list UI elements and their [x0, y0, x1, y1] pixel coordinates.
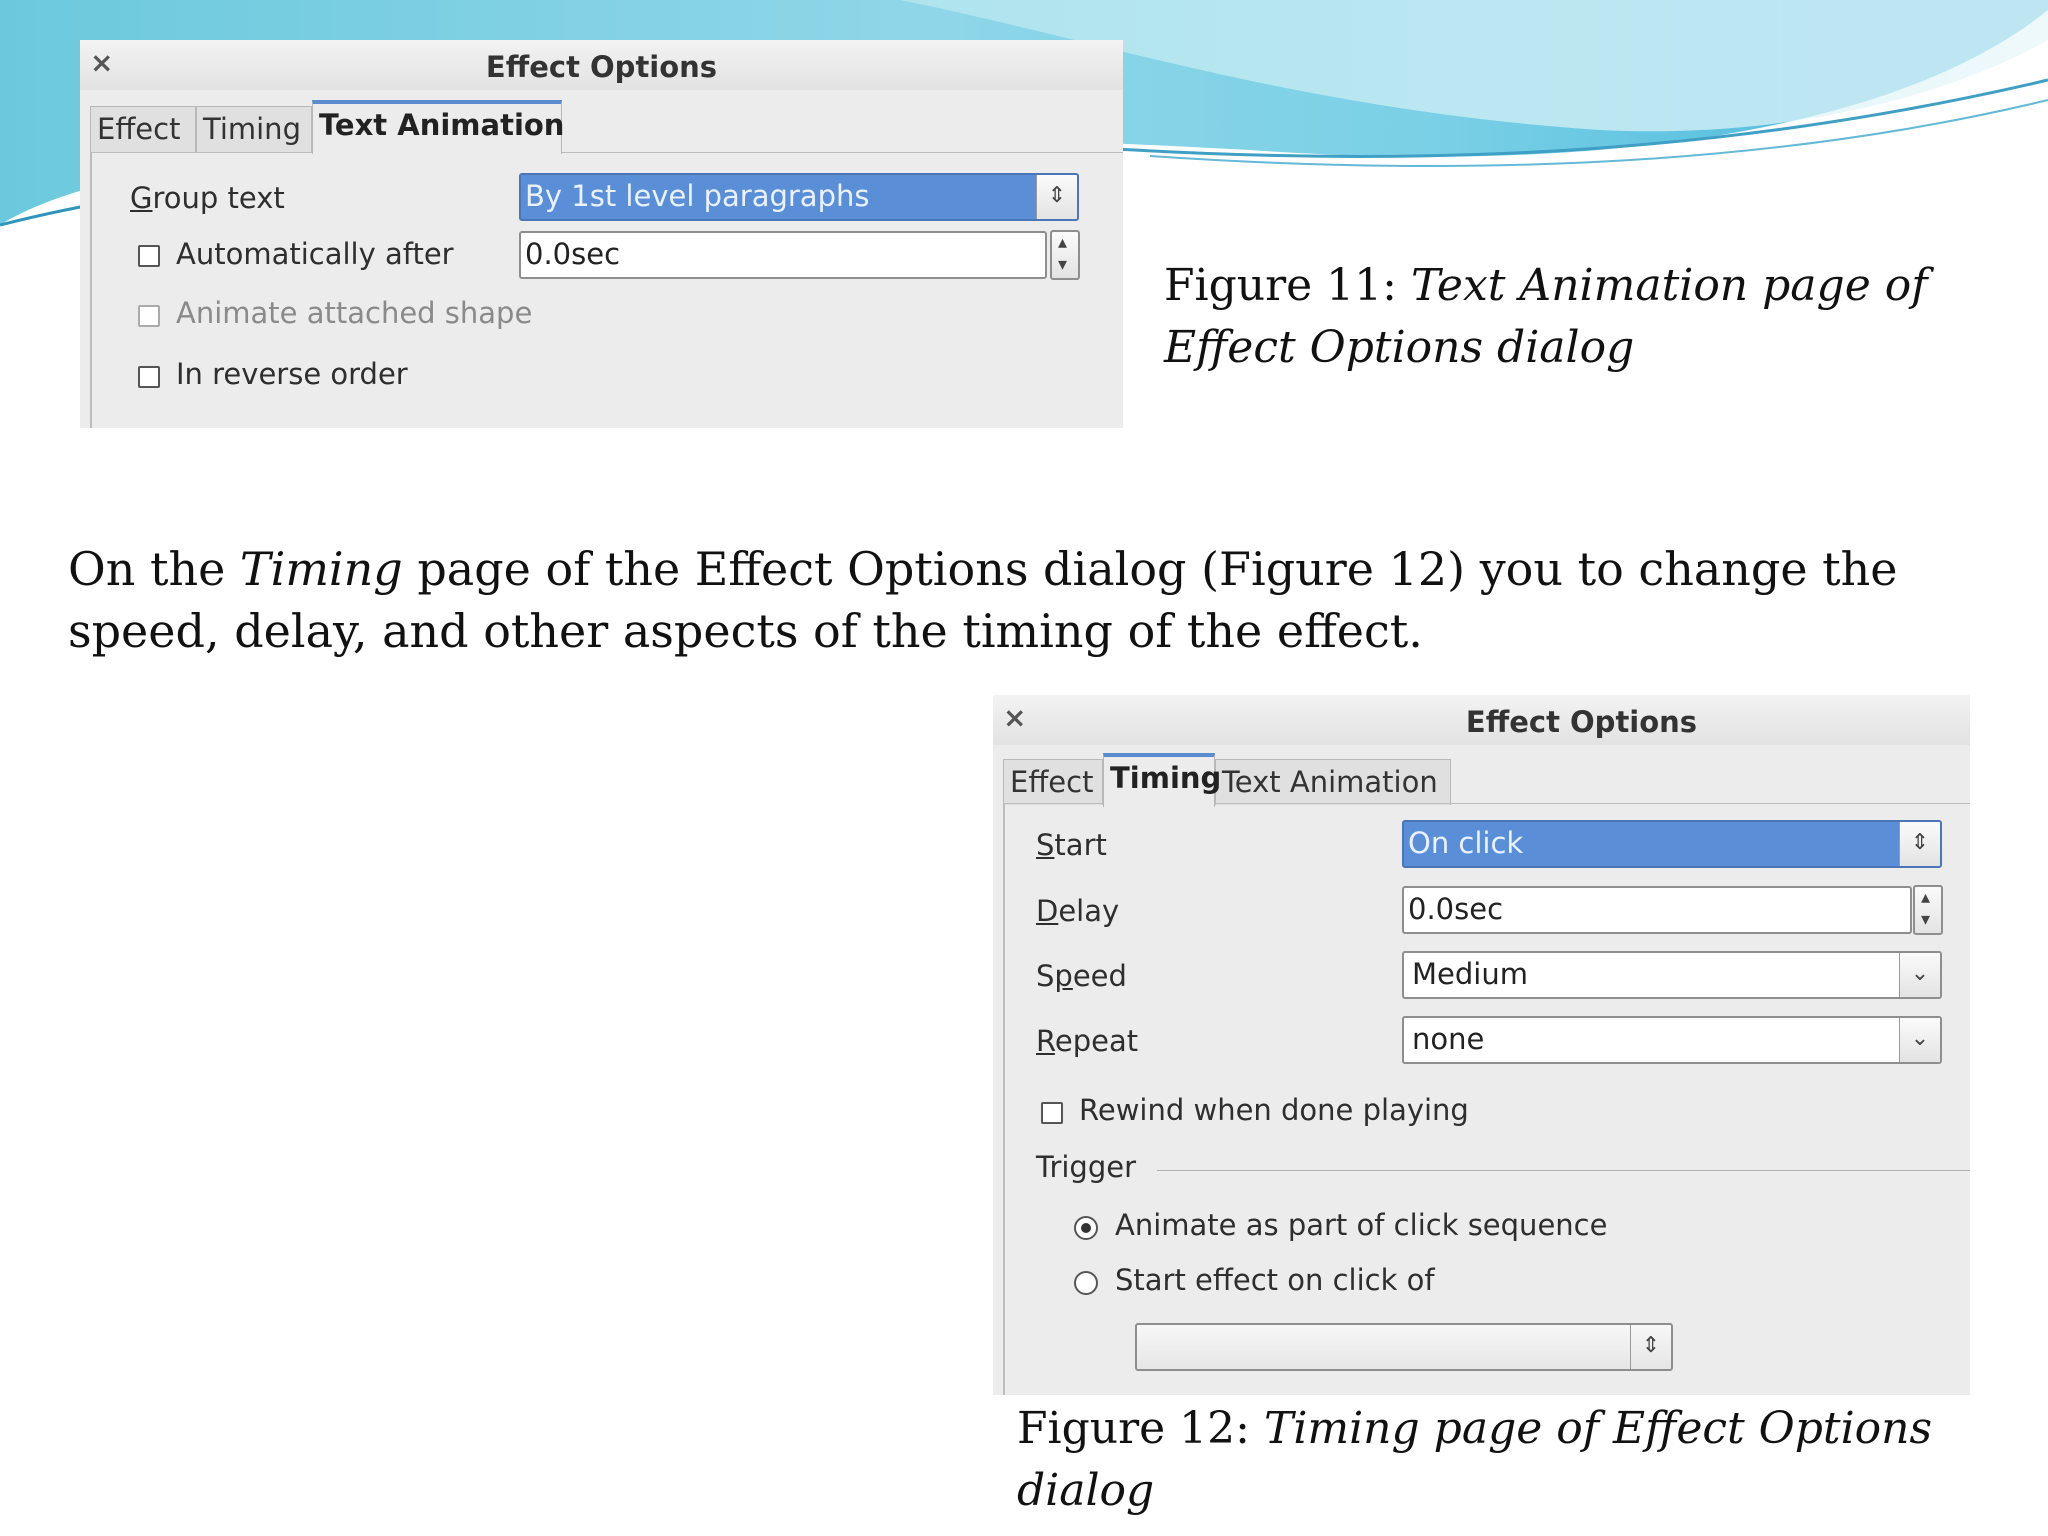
start-label: Start — [1036, 828, 1107, 862]
trigger-shape-select[interactable]: ⇕ — [1135, 1323, 1673, 1371]
paragraph-part-1: On the — [68, 542, 240, 596]
caption-2-prefix: Figure 12: — [1017, 1403, 1264, 1454]
chevron-down-icon[interactable]: ⌄ — [1899, 953, 1940, 997]
paragraph-italic: Timing — [239, 542, 403, 596]
start-value: On click — [1408, 826, 1524, 860]
animate-click-sequence-label: Animate as part of click sequence — [1115, 1208, 1608, 1242]
trigger-divider — [1157, 1170, 1970, 1171]
group-text-select[interactable]: By 1st level paragraphs ⇕ — [519, 173, 1079, 221]
rewind-label: Rewind when done playing — [1079, 1093, 1469, 1127]
chevron-down-icon[interactable]: ⌄ — [1899, 1018, 1940, 1062]
body-paragraph: On the Timing page of the Effect Options… — [68, 538, 1988, 662]
animate-click-sequence-radio[interactable] — [1074, 1216, 1098, 1240]
tab-timing[interactable]: Timing — [1103, 753, 1221, 807]
speed-value: Medium — [1412, 957, 1528, 991]
dialog-title: Effect Options — [1465, 705, 1698, 739]
figure-12-caption: Figure 12: Timing page of Effect Options… — [1017, 1398, 1957, 1522]
dialog-titlebar: × Effect Options — [993, 695, 1970, 745]
spin-icon[interactable] — [1913, 885, 1943, 935]
automatically-after-checkbox[interactable] — [138, 245, 160, 267]
repeat-label: Repeat — [1036, 1024, 1139, 1058]
dialog-titlebar: × Effect Options — [80, 40, 1123, 90]
group-text-label: Group text — [130, 181, 285, 215]
caption-1-prefix: Figure 11: — [1164, 260, 1411, 311]
spin-icon[interactable] — [1050, 230, 1080, 280]
tab-text-animation[interactable]: Text Animation — [1215, 759, 1451, 805]
effect-options-dialog-timing: × Effect Options Effect Timing Text Anim… — [993, 695, 1970, 1395]
tab-effect[interactable]: Effect — [90, 106, 196, 152]
tab-panel: Start On click ⇕ Delay 0.0sec Speed Medi… — [1003, 803, 1970, 1395]
close-icon[interactable]: × — [1003, 701, 1026, 734]
animate-attached-shape-checkbox — [138, 305, 160, 327]
repeat-select[interactable]: none ⌄ — [1402, 1016, 1942, 1064]
tab-text-animation[interactable]: Text Animation — [312, 100, 564, 154]
reverse-order-label: In reverse order — [176, 357, 408, 391]
tab-panel: Group text By 1st level paragraphs ⇕ Aut… — [90, 152, 1123, 428]
start-select[interactable]: On click ⇕ — [1402, 820, 1942, 868]
speed-select[interactable]: Medium ⌄ — [1402, 951, 1942, 999]
up-down-icon[interactable]: ⇕ — [1899, 822, 1940, 866]
tab-bar: Effect Timing Text Animation — [1003, 753, 1483, 807]
speed-label: Speed — [1036, 959, 1127, 993]
group-text-value: By 1st level paragraphs — [525, 179, 870, 213]
up-down-icon[interactable]: ⇕ — [1630, 1325, 1671, 1369]
animate-attached-shape-label: Animate attached shape — [176, 296, 533, 330]
delay-label: Delay — [1036, 894, 1120, 928]
trigger-label: Trigger — [1036, 1150, 1137, 1184]
delay-value: 0.0sec — [1408, 892, 1504, 926]
start-effect-on-click-label: Start effect on click of — [1115, 1263, 1435, 1297]
automatically-after-input[interactable]: 0.0sec — [519, 231, 1047, 279]
group-text-label-rest: roup text — [152, 181, 285, 215]
dialog-title: Effect Options — [485, 50, 718, 84]
tab-bar: Effect Timing Text Animation — [90, 100, 650, 154]
automatically-after-label: Automatically after — [176, 237, 454, 271]
rewind-checkbox[interactable] — [1041, 1102, 1063, 1124]
delay-input[interactable]: 0.0sec — [1402, 886, 1912, 934]
tab-effect[interactable]: Effect — [1003, 759, 1103, 805]
automatically-after-value: 0.0sec — [525, 237, 621, 271]
start-effect-on-click-radio[interactable] — [1074, 1271, 1098, 1295]
repeat-value: none — [1412, 1022, 1485, 1056]
figure-11-caption: Figure 11: Text Animation page of Effect… — [1164, 255, 2004, 379]
tab-timing[interactable]: Timing — [196, 106, 312, 152]
up-down-icon[interactable]: ⇕ — [1036, 175, 1077, 219]
reverse-order-checkbox[interactable] — [138, 366, 160, 388]
effect-options-dialog-text-animation: × Effect Options Effect Timing Text Anim… — [80, 40, 1123, 428]
